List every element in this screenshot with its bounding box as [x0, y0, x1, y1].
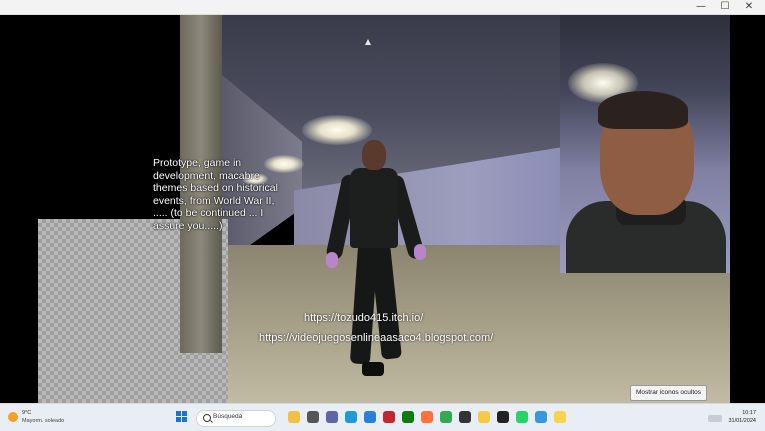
chrome-icon[interactable]: [440, 411, 452, 423]
xbox-icon[interactable]: [402, 411, 414, 423]
character-hand: [326, 252, 338, 268]
search-icon: [203, 414, 211, 422]
store-icon[interactable]: [364, 411, 376, 423]
player-character: [322, 140, 432, 390]
mouse-cursor-icon: [365, 39, 371, 45]
blog-link[interactable]: https://videojuegosenlineaasaco4.blogspo…: [259, 332, 493, 344]
start-button[interactable]: [176, 411, 188, 423]
itch-io-link[interactable]: https://tozudo415.itch.io/: [304, 312, 423, 324]
github-icon[interactable]: [459, 411, 471, 423]
folder-icon[interactable]: [478, 411, 490, 423]
character-head: [362, 140, 386, 170]
window-titlebar: — ☐ ✕: [0, 0, 765, 15]
character-portrait-camera: [560, 15, 730, 273]
notes-icon[interactable]: [554, 411, 566, 423]
edge-icon[interactable]: [345, 411, 357, 423]
tray-indicator-icon: [708, 415, 722, 422]
photos-icon[interactable]: [535, 411, 547, 423]
files-icon[interactable]: [307, 411, 319, 423]
character-hand: [414, 244, 426, 260]
maximize-button[interactable]: ☐: [714, 0, 736, 14]
red-app-icon[interactable]: [383, 411, 395, 423]
minimize-button[interactable]: —: [690, 0, 712, 14]
clock-time: 10:17: [742, 410, 756, 416]
windows-logo-icon: [176, 411, 181, 416]
taskbar-search-box[interactable]: Búsqueda: [196, 410, 276, 427]
weather-description: Mayorm. soleado: [22, 418, 65, 424]
character-torso: [350, 168, 398, 248]
weather-temperature: 9°C: [22, 410, 32, 416]
game-viewport[interactable]: Prototype, game in development, macabre …: [4, 15, 761, 403]
windows-taskbar: 9°C Mayorm. soleado Búsqueda 10:17 31/01…: [0, 403, 765, 431]
terminal-icon[interactable]: [497, 411, 509, 423]
character-foot: [362, 362, 384, 376]
game-description-text: Prototype, game in development, macabre …: [153, 157, 278, 232]
show-hidden-icons-button[interactable]: Mostrar iconos ocultos: [630, 385, 708, 401]
system-tray[interactable]: 10:17 31/01/2024: [700, 409, 760, 429]
whatsapp-icon[interactable]: [516, 411, 528, 423]
sun-icon: [8, 412, 18, 422]
portrait-hair: [598, 91, 688, 129]
firefox-icon[interactable]: [421, 411, 433, 423]
close-button[interactable]: ✕: [738, 0, 760, 14]
teams-icon[interactable]: [326, 411, 338, 423]
search-placeholder: Búsqueda: [213, 413, 243, 420]
clock-date: 31/01/2024: [728, 418, 756, 424]
file-explorer-icon[interactable]: [288, 411, 300, 423]
